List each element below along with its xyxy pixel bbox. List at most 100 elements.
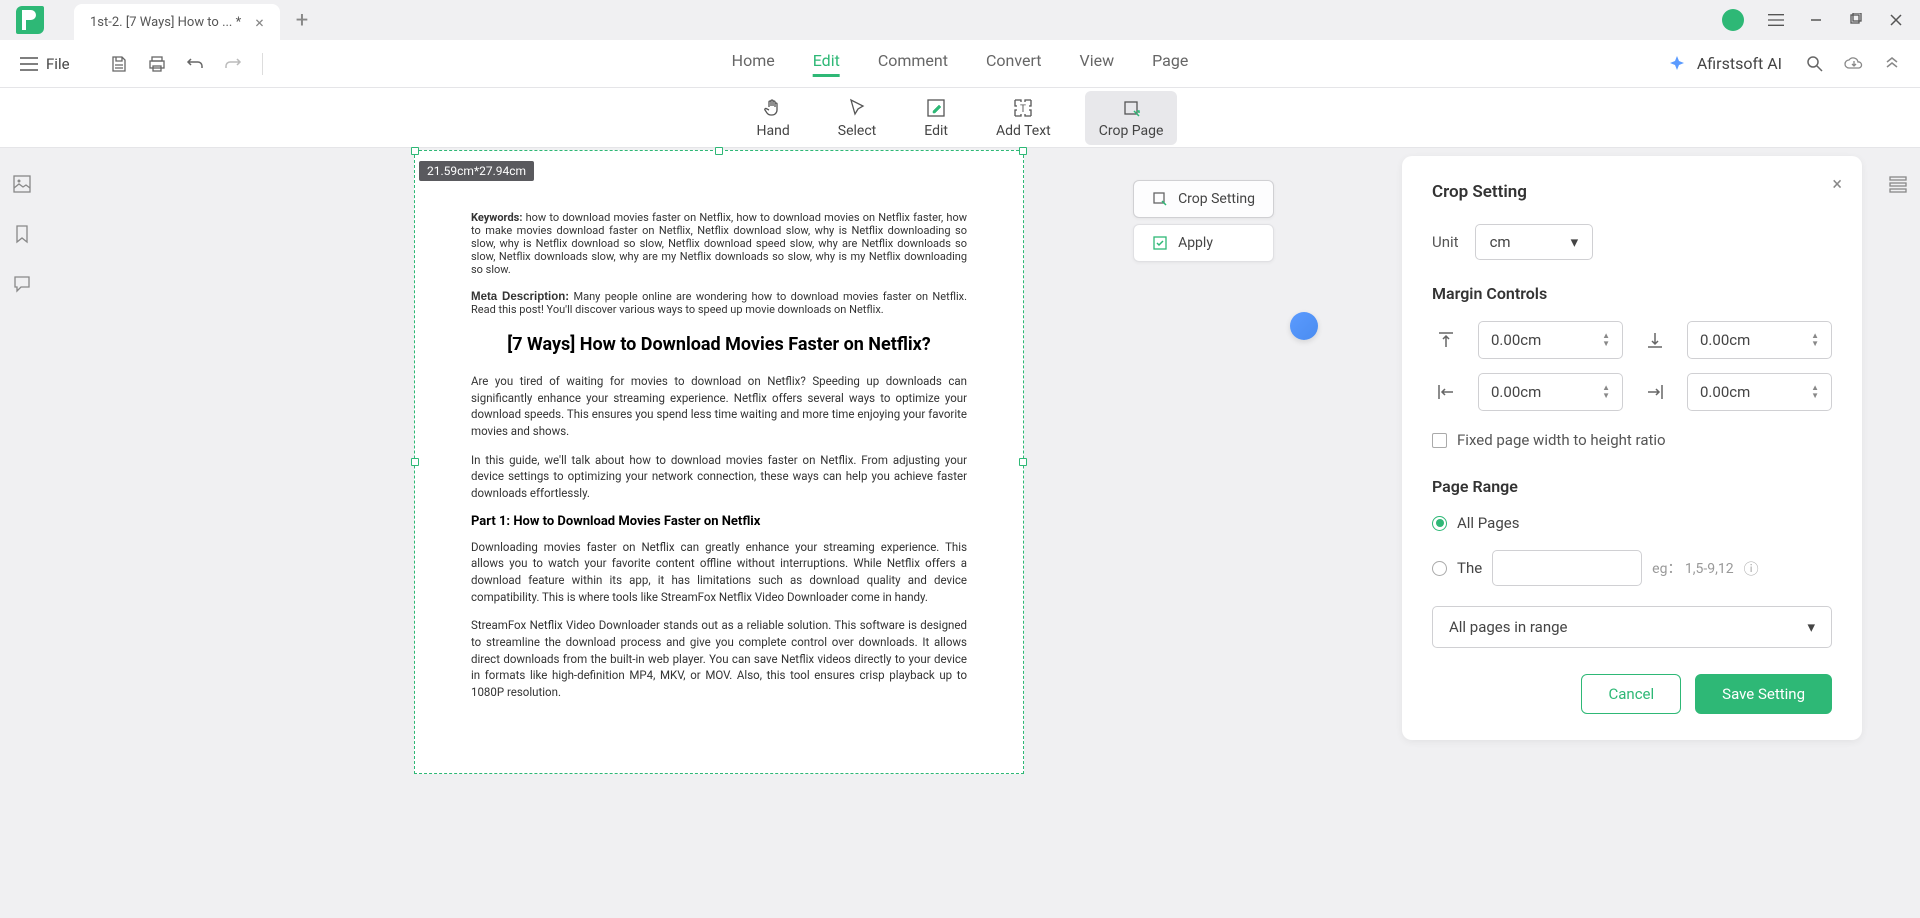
minimize-icon[interactable]	[1808, 12, 1824, 28]
main-nav: Home Edit Comment Convert View Page	[732, 51, 1189, 77]
range-example: eg： 1,5-9,12	[1652, 558, 1733, 578]
doc-keywords: Keywords: how to download movies faster …	[471, 211, 967, 276]
nav-home[interactable]: Home	[732, 51, 775, 77]
undo-icon[interactable]	[186, 55, 204, 73]
svg-text:T: T	[1020, 104, 1026, 115]
tool-crop-label: Crop Page	[1099, 123, 1164, 139]
chevron-down-icon: ▾	[1807, 618, 1815, 636]
document-page[interactable]: 21.59cm*27.94cm Keywords: how to downloa…	[414, 150, 1024, 774]
user-avatar[interactable]	[1722, 9, 1744, 31]
nav-comment[interactable]: Comment	[878, 51, 948, 77]
new-tab-button[interactable]: +	[296, 8, 308, 33]
margin-top-input[interactable]: 0.00cm▲▼	[1478, 321, 1623, 359]
search-icon[interactable]	[1806, 55, 1824, 73]
doc-meta: Meta Description: Many people online are…	[471, 290, 967, 316]
hamburger-menu-icon[interactable]	[1768, 12, 1784, 28]
fixed-ratio-row[interactable]: Fixed page width to height ratio	[1432, 431, 1832, 449]
nav-page[interactable]: Page	[1152, 51, 1188, 77]
close-window-icon[interactable]	[1888, 12, 1904, 28]
page-range-title: Page Range	[1432, 477, 1832, 496]
info-icon[interactable]: ⓘ	[1744, 558, 1759, 579]
nav-convert[interactable]: Convert	[986, 51, 1042, 77]
app-logo	[16, 6, 44, 34]
ctx-crop-setting[interactable]: Crop Setting	[1133, 180, 1274, 218]
ai-label: Afirstsoft AI	[1697, 54, 1782, 73]
crop-handle-tl[interactable]	[411, 147, 419, 155]
redo-icon[interactable]	[224, 55, 242, 73]
unit-select[interactable]: cm ▾	[1475, 224, 1594, 260]
titlebar: 1st-2. [7 Ways] How to ... * × +	[0, 0, 1920, 40]
tool-hand[interactable]: Hand	[743, 91, 804, 145]
cursor-icon	[846, 97, 868, 119]
spinner-icon[interactable]: ▲▼	[1811, 384, 1819, 400]
thumbnails-icon[interactable]	[12, 174, 32, 194]
comment-icon[interactable]	[12, 274, 32, 294]
crop-handle-tr[interactable]	[1019, 147, 1027, 155]
ctx-apply[interactable]: Apply	[1133, 224, 1274, 262]
fixed-ratio-checkbox[interactable]	[1432, 433, 1447, 448]
canvas: 21.59cm*27.94cm Keywords: how to downloa…	[44, 148, 1394, 918]
tool-select[interactable]: Select	[824, 91, 890, 145]
crop-handle-mr[interactable]	[1019, 458, 1027, 466]
the-label: The	[1457, 559, 1482, 577]
crop-small-icon	[1152, 191, 1168, 207]
spinner-icon[interactable]: ▲▼	[1602, 384, 1610, 400]
print-icon[interactable]	[148, 55, 166, 73]
cancel-button[interactable]: Cancel	[1581, 674, 1681, 714]
margin-right-input[interactable]: 0.00cm▲▼	[1687, 373, 1832, 411]
tool-add-text[interactable]: T Add Text	[982, 91, 1065, 145]
properties-icon[interactable]	[1888, 174, 1908, 194]
spinner-icon[interactable]: ▲▼	[1602, 332, 1610, 348]
margin-left-input[interactable]: 0.00cm▲▼	[1478, 373, 1623, 411]
range-mode-value: All pages in range	[1449, 618, 1567, 636]
save-icon[interactable]	[110, 55, 128, 73]
crop-handle-tm[interactable]	[715, 147, 723, 155]
all-pages-row[interactable]: All Pages	[1432, 514, 1832, 532]
margin-bottom-input[interactable]: 0.00cm▲▼	[1687, 321, 1832, 359]
ai-float-button[interactable]	[1290, 312, 1318, 340]
crop-handle-ml[interactable]	[411, 458, 419, 466]
doc-p3: Downloading movies faster on Netflix can…	[471, 539, 967, 606]
close-tab-icon[interactable]: ×	[255, 13, 264, 32]
doc-title: [7 Ways] How to Download Movies Faster o…	[471, 334, 967, 355]
tool-hand-label: Hand	[757, 123, 790, 139]
left-sidebar	[0, 148, 44, 918]
all-pages-radio[interactable]	[1432, 516, 1447, 531]
doc-p4: StreamFox Netflix Video Downloader stand…	[471, 617, 967, 700]
doc-h3: Part 1: How to Download Movies Faster on…	[471, 514, 967, 529]
ai-button[interactable]: Afirstsoft AI	[1667, 54, 1782, 74]
the-range-row[interactable]: The eg： 1,5-9,12 ⓘ	[1432, 550, 1832, 586]
range-mode-select[interactable]: All pages in range ▾	[1432, 606, 1832, 648]
tab-title: 1st-2. [7 Ways] How to ... *	[90, 15, 241, 30]
tool-select-label: Select	[838, 123, 876, 139]
tool-add-text-label: Add Text	[996, 123, 1051, 139]
maximize-icon[interactable]	[1848, 12, 1864, 28]
ctx-apply-label: Apply	[1178, 235, 1213, 251]
doc-p2: In this guide, we'll talk about how to d…	[471, 452, 967, 502]
spinner-icon[interactable]: ▲▼	[1811, 332, 1819, 348]
file-menu[interactable]: File	[20, 55, 70, 73]
close-panel-icon[interactable]: ×	[1832, 174, 1842, 195]
bookmark-icon[interactable]	[12, 224, 32, 244]
save-setting-button[interactable]: Save Setting	[1695, 674, 1832, 714]
collapse-icon[interactable]	[1884, 56, 1900, 72]
range-input[interactable]	[1492, 550, 1642, 586]
separator	[262, 53, 263, 75]
nav-edit[interactable]: Edit	[813, 51, 840, 77]
crop-settings-panel: × Crop Setting Unit cm ▾ Margin Controls…	[1402, 156, 1862, 740]
add-text-icon: T	[1012, 97, 1034, 119]
cloud-icon[interactable]	[1844, 56, 1864, 72]
margin-bottom-icon	[1641, 331, 1669, 349]
the-radio[interactable]	[1432, 561, 1447, 576]
doc-p1: Are you tired of waiting for movies to d…	[471, 373, 967, 440]
edit-toolbar: Hand Select Edit T Add Text Crop Page	[0, 88, 1920, 148]
dimension-label: 21.59cm*27.94cm	[419, 161, 534, 181]
tool-edit[interactable]: Edit	[910, 91, 962, 145]
document-tab[interactable]: 1st-2. [7 Ways] How to ... * ×	[74, 4, 280, 40]
fixed-ratio-label: Fixed page width to height ratio	[1457, 431, 1666, 449]
crop-icon	[1120, 97, 1142, 119]
margin-title: Margin Controls	[1432, 284, 1832, 303]
tool-crop-page[interactable]: Crop Page	[1085, 91, 1178, 145]
context-buttons: Crop Setting Apply	[1133, 180, 1274, 262]
nav-view[interactable]: View	[1080, 51, 1115, 77]
